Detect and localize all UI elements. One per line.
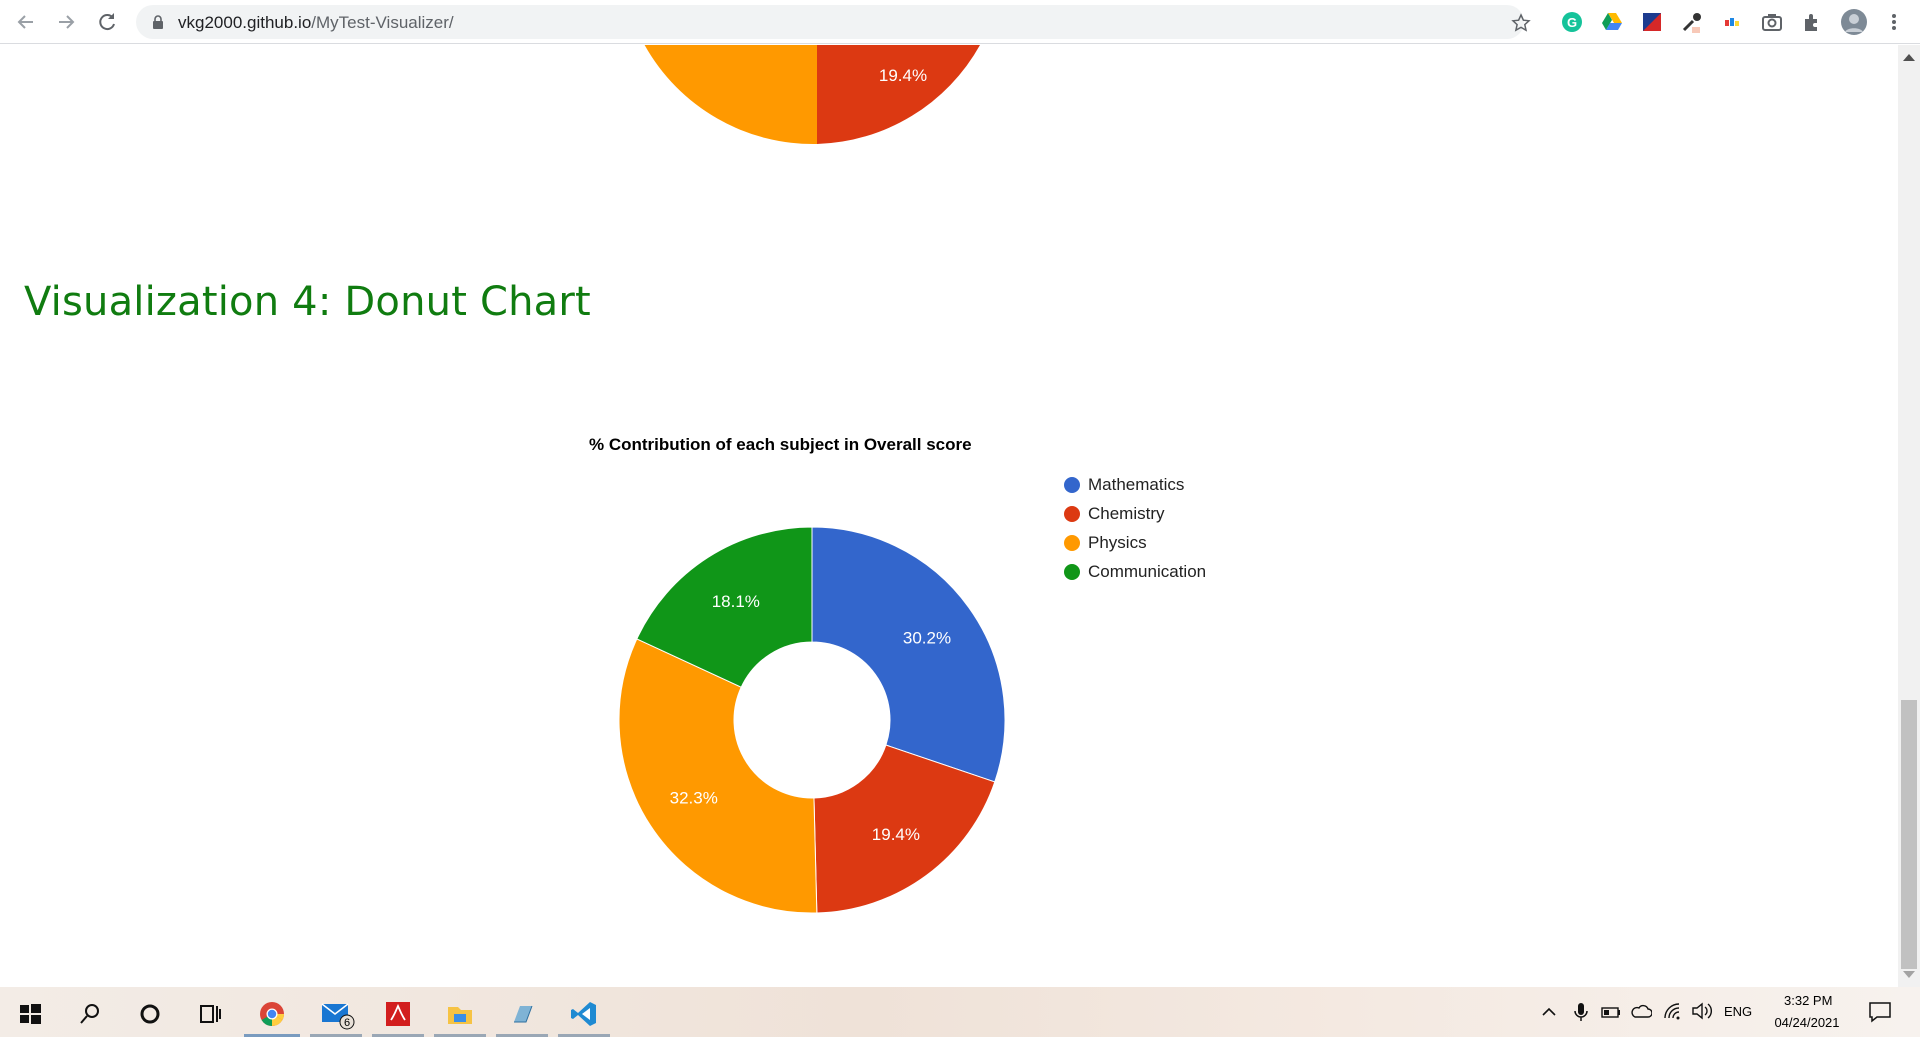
microphone-icon[interactable] bbox=[1572, 1001, 1590, 1023]
back-icon[interactable] bbox=[12, 8, 40, 36]
acrobat-icon[interactable] bbox=[384, 1000, 412, 1028]
previous-pie-slice-chemistry bbox=[817, 45, 980, 144]
camera-icon[interactable] bbox=[1760, 10, 1784, 34]
url-text: vkg2000.github.io/MyTest-Visualizer/ bbox=[178, 13, 454, 33]
legend-label: Communication bbox=[1088, 561, 1207, 581]
donut-slice-physics[interactable] bbox=[618, 638, 818, 914]
chrome-icon[interactable] bbox=[258, 1000, 286, 1028]
donut-label-physics: 32.3% bbox=[670, 789, 718, 808]
legend-swatch bbox=[1064, 505, 1080, 522]
windows-start-icon[interactable] bbox=[16, 1000, 44, 1028]
legend-swatch bbox=[1064, 534, 1080, 551]
legend-label: Mathematics bbox=[1088, 474, 1185, 494]
notepad-app-icon[interactable] bbox=[508, 1000, 536, 1028]
legend-swatch bbox=[1064, 563, 1080, 580]
page-scrollbar[interactable] bbox=[1898, 45, 1920, 987]
legend-item-chemistry[interactable]: Chemistry bbox=[1064, 499, 1206, 528]
cortana-icon[interactable] bbox=[136, 1000, 164, 1028]
menu-kebab-icon[interactable] bbox=[1882, 10, 1906, 34]
svg-text:G: G bbox=[1567, 15, 1577, 30]
browser-toolbar: vkg2000.github.io/MyTest-Visualizer/ G bbox=[0, 0, 1920, 44]
vscode-icon[interactable] bbox=[570, 1000, 598, 1028]
legend-item-communication[interactable]: Communication bbox=[1064, 557, 1206, 586]
page-content: 19.4% Visualization 4: Donut Chart % Con… bbox=[0, 45, 1898, 987]
mail-badge: 6 bbox=[344, 1017, 350, 1029]
forward-icon[interactable] bbox=[52, 8, 80, 36]
donut-label-chemistry: 19.4% bbox=[872, 825, 920, 844]
color-picker-icon[interactable] bbox=[1680, 10, 1704, 34]
lock-icon bbox=[153, 15, 163, 29]
previous-pie-chart: 19.4% bbox=[644, 45, 980, 145]
wifi-icon[interactable] bbox=[1662, 1001, 1684, 1021]
reload-icon[interactable] bbox=[93, 8, 121, 36]
input-language[interactable]: ENG bbox=[1724, 1004, 1752, 1019]
google-drive-icon[interactable] bbox=[1600, 10, 1624, 34]
scroll-down-arrow-icon[interactable] bbox=[1903, 971, 1915, 978]
battery-icon[interactable] bbox=[1600, 1003, 1622, 1021]
donut-chart: 30.2% 19.4% 32.3% 18.1% bbox=[618, 526, 1006, 914]
url-path: /MyTest-Visualizer/ bbox=[311, 13, 454, 32]
donut-label-mathematics: 30.2% bbox=[903, 629, 951, 648]
speaker-icon[interactable] bbox=[1690, 1001, 1714, 1021]
file-explorer-icon[interactable] bbox=[446, 1000, 474, 1028]
section-heading: Visualization 4: Donut Chart bbox=[24, 279, 591, 325]
scroll-up-arrow-icon[interactable] bbox=[1903, 54, 1915, 61]
profile-avatar-icon[interactable] bbox=[1840, 8, 1868, 36]
notification-center-icon[interactable] bbox=[1868, 1001, 1892, 1023]
task-view-icon[interactable] bbox=[196, 1000, 224, 1028]
legend-label: Physics bbox=[1088, 532, 1147, 552]
chart-legend: Mathematics Chemistry Physics Communication bbox=[1064, 470, 1206, 586]
windows-taskbar: 6 ENG 3:32 PM 04/24/2021 bbox=[0, 987, 1920, 1037]
scroll-thumb[interactable] bbox=[1901, 700, 1917, 969]
legend-swatch bbox=[1064, 476, 1080, 493]
extensions-puzzle-icon[interactable] bbox=[1800, 10, 1824, 34]
bookmark-star-icon[interactable] bbox=[1511, 13, 1531, 33]
extension-bars-icon[interactable] bbox=[1720, 10, 1744, 34]
chart-title: % Contribution of each subject in Overal… bbox=[589, 435, 972, 454]
clock-date[interactable]: 04/24/2021 bbox=[1768, 1015, 1846, 1030]
grammarly-icon[interactable]: G bbox=[1560, 10, 1584, 34]
chevron-up-icon[interactable] bbox=[1540, 1003, 1558, 1021]
address-bar[interactable]: vkg2000.github.io/MyTest-Visualizer/ bbox=[136, 5, 1531, 39]
onedrive-cloud-icon[interactable] bbox=[1630, 1003, 1652, 1021]
legend-label: Chemistry bbox=[1088, 503, 1165, 523]
donut-label-communication: 18.1% bbox=[712, 592, 760, 611]
mail-icon[interactable]: 6 bbox=[320, 996, 356, 1032]
legend-item-mathematics[interactable]: Mathematics bbox=[1064, 470, 1206, 499]
url-host: vkg2000.github.io bbox=[178, 13, 312, 32]
donut-slice-mathematics[interactable] bbox=[811, 526, 1006, 783]
previous-pie-slice-physics bbox=[644, 45, 817, 145]
legend-item-physics[interactable]: Physics bbox=[1064, 528, 1206, 557]
clock-time[interactable]: 3:32 PM bbox=[1784, 993, 1832, 1008]
previous-pie-label: 19.4% bbox=[879, 66, 927, 85]
search-icon[interactable] bbox=[76, 1000, 104, 1028]
extension-flag-icon[interactable] bbox=[1640, 10, 1664, 34]
